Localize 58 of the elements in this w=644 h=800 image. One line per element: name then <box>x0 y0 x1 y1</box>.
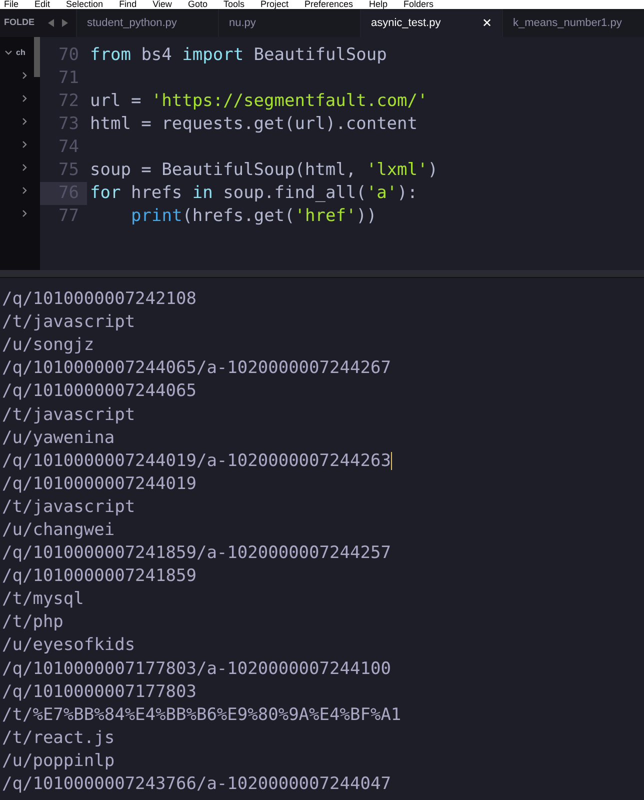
code-line: from bs4 import BeautifulSoup <box>89 44 387 67</box>
menu-item[interactable]: View <box>152 0 172 9</box>
tab[interactable]: nu.py <box>218 9 360 37</box>
output-line: /t/mysql <box>2 588 84 612</box>
menu-item[interactable]: Project <box>260 0 288 9</box>
tab[interactable]: student_python.py <box>76 9 218 37</box>
chevron-right-icon[interactable] <box>21 210 28 217</box>
chevron-right-icon[interactable] <box>21 164 28 171</box>
tab[interactable]: asynic_test.py ✕ <box>360 9 502 37</box>
menu-item[interactable]: Selection <box>66 0 104 9</box>
output-line: /u/poppinlp <box>2 750 115 773</box>
chevron-right-icon[interactable] <box>21 95 28 102</box>
folder-name[interactable]: ch <box>16 46 26 58</box>
output-line: /q/1010000007177803/a-1020000007244100 <box>2 658 391 681</box>
output-line: /q/1010000007241859/a-1020000007244257 <box>2 542 391 566</box>
output-line: /q/1010000007243766/a-1020000007244047 <box>2 773 391 796</box>
code-line: for hrefs in soup.find_all('a'): <box>89 182 418 205</box>
output-line: /t/%E7%BB%84%E4%BB%B6%E9%80%9A%E4%BF%A1 <box>2 704 402 727</box>
output-line: /t/javascript <box>2 404 136 427</box>
forward-icon[interactable] <box>62 19 68 27</box>
chevron-right-icon[interactable] <box>21 187 28 194</box>
chevron-right-icon[interactable] <box>21 141 28 148</box>
sidebar-header: FOLDE <box>4 16 34 30</box>
menu-item[interactable]: File <box>4 0 19 9</box>
output-line: /q/1010000007244065 <box>2 380 196 404</box>
menu-item[interactable]: Preferences <box>304 0 354 9</box>
chevron-down-icon[interactable] <box>5 49 12 56</box>
chevron-right-icon[interactable] <box>21 72 28 79</box>
output-line: /u/eyesofkids <box>2 634 136 658</box>
code-line: url = 'https://segmentfault.com/' <box>89 90 428 113</box>
output-line: /t/javascript <box>2 311 136 334</box>
output-line: /q/1010000007244019/a-1020000007244263 <box>2 450 391 473</box>
menu-item[interactable]: Edit <box>34 0 50 9</box>
output-line: /q/1010000007177803 <box>2 680 196 704</box>
menu-item[interactable]: Goto <box>188 0 208 9</box>
menu-item[interactable]: Folders <box>404 0 434 9</box>
output-line: /u/yawenina <box>2 426 115 450</box>
tab-label[interactable]: asynic_test.py <box>371 14 441 32</box>
chevron-right-icon[interactable] <box>21 118 28 125</box>
code-line: soup = BeautifulSoup(html, 'lxml') <box>89 159 438 182</box>
scrollbar[interactable] <box>34 37 40 77</box>
output-line: /q/1010000007241859 <box>2 565 196 588</box>
menu-item[interactable]: Help <box>369 0 388 9</box>
output-line: /t/react.js <box>2 726 115 750</box>
output-line: /t/php <box>2 611 64 634</box>
tab[interactable]: k_means_number1.py <box>502 9 644 37</box>
close-icon[interactable]: ✕ <box>482 14 492 32</box>
output-line: /q/1010000007242108 <box>2 288 196 312</box>
output-line: /q/1010000007244019 <box>2 472 196 496</box>
code-line: html = requests.get(url).content <box>89 113 418 136</box>
menu-item[interactable]: Find <box>119 0 137 9</box>
back-icon[interactable] <box>48 19 54 27</box>
menu-item[interactable]: Tools <box>223 0 244 9</box>
output-line: /t/javascript <box>2 496 136 519</box>
code-line: print(hrefs.get('href')) <box>130 205 377 228</box>
output-line: /u/changwei <box>2 518 115 542</box>
output-line: /u/songjz <box>2 334 94 358</box>
output-line: /q/1010000007244065/a-1020000007244267 <box>2 357 391 380</box>
